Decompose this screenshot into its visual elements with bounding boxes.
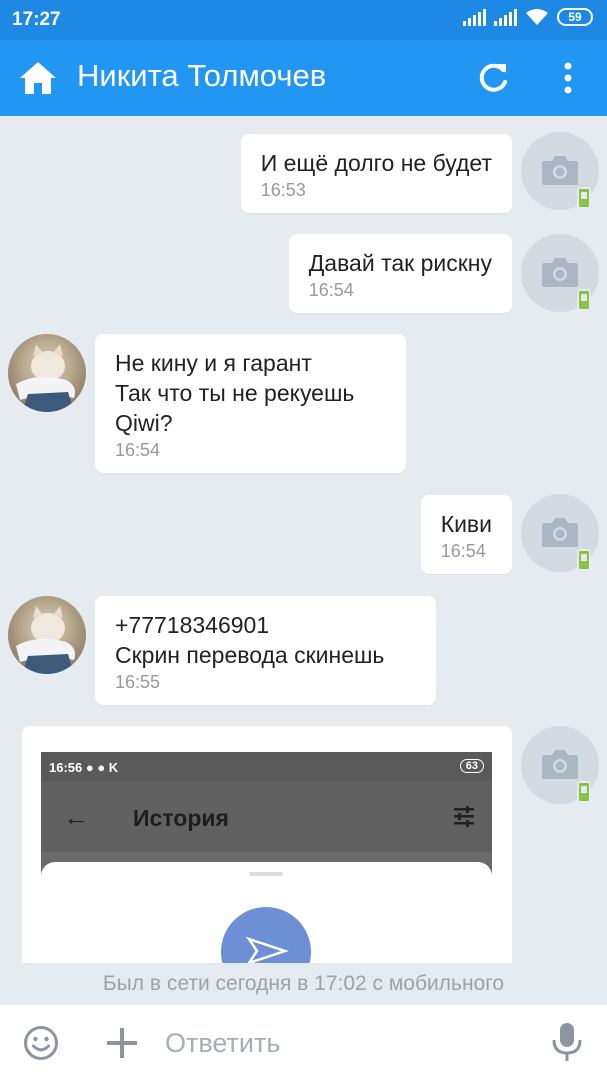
camera-icon <box>542 156 578 185</box>
plus-icon[interactable] <box>104 1025 140 1061</box>
mobile-badge-icon <box>577 781 591 803</box>
message-time: 16:54 <box>115 440 161 460</box>
chat-title[interactable]: Никита Толмочев <box>77 58 326 94</box>
emoji-icon[interactable] <box>23 1025 59 1061</box>
mobile-badge-icon <box>577 549 591 571</box>
system-status-bar: 17:27 59 <box>0 0 607 40</box>
message-bubble-outgoing[interactable]: Киви 16:54 <box>420 495 512 574</box>
attached-screenshot[interactable]: 16:56 ● ● K 63 ← История <box>41 752 492 963</box>
message-time: 16:53 <box>260 180 306 200</box>
sheet-handle <box>249 872 283 876</box>
attached-app-bar: ← История <box>41 782 492 852</box>
message-input-bar <box>0 1005 607 1080</box>
battery-icon: 59 <box>557 8 593 26</box>
cell-signal-icon <box>494 8 517 26</box>
message-bubble-incoming[interactable]: Не кину и я гарант Так что ты не рекуешь… <box>95 334 406 473</box>
camera-icon <box>542 750 578 779</box>
attached-title: История <box>133 805 229 831</box>
message-time: 16:54 <box>308 280 354 300</box>
avatar[interactable] <box>8 334 86 412</box>
message-list[interactable]: И ещё долго не будет 16:53 Давай так рис… <box>0 116 607 963</box>
send-circle-icon <box>221 907 311 963</box>
avatar[interactable] <box>521 132 599 210</box>
reply-input[interactable] <box>165 1023 525 1063</box>
status-time: 17:27 <box>12 9 61 30</box>
avatar[interactable] <box>521 726 599 804</box>
message-attachment-outgoing[interactable]: 16:56 ● ● K 63 ← История <box>22 726 512 963</box>
message-time: 16:55 <box>115 672 161 692</box>
message-time: 16:54 <box>440 541 486 561</box>
avatar-photo <box>16 344 75 412</box>
avatar-photo <box>16 606 75 674</box>
message-text: Давай так рискну <box>308 250 492 276</box>
camera-icon <box>542 258 578 287</box>
status-icons: 59 <box>463 8 593 26</box>
mobile-badge-icon <box>577 289 591 311</box>
avatar[interactable] <box>521 234 599 312</box>
cell-signal-icon <box>463 8 486 26</box>
more-vertical-icon[interactable] <box>553 60 583 96</box>
attached-status-bar: 16:56 ● ● K 63 <box>41 752 492 782</box>
message-text: Киви <box>440 511 492 537</box>
home-icon[interactable] <box>18 58 58 98</box>
mic-icon[interactable] <box>549 1021 585 1063</box>
avatar[interactable] <box>8 596 86 674</box>
message-text: +77718346901 Скрин перевода скинешь <box>115 612 385 668</box>
message-text: Не кину и я гарант Так что ты не рекуешь… <box>115 350 355 436</box>
wifi-icon <box>526 9 548 25</box>
message-bubble-outgoing[interactable]: И ещё долго не будет 16:53 <box>240 134 512 213</box>
last-seen-status: Был в сети сегодня в 17:02 с мобильного <box>0 963 607 1005</box>
filter-icon <box>454 806 474 827</box>
message-bubble-outgoing[interactable]: Давай так рискну 16:54 <box>288 234 512 313</box>
back-arrow-icon: ← <box>63 802 89 832</box>
message-bubble-incoming[interactable]: +77718346901 Скрин перевода скинешь 16:5… <box>95 596 436 705</box>
camera-icon <box>542 518 578 547</box>
message-text: И ещё долго не будет <box>260 150 492 176</box>
app-bar: Никита Толмочев <box>0 40 607 116</box>
avatar[interactable] <box>521 494 599 572</box>
attached-status-time: 16:56 ● ● K <box>49 760 119 775</box>
attached-bottom-sheet <box>41 862 492 963</box>
attached-battery-icon: 63 <box>459 759 484 773</box>
refresh-icon[interactable] <box>475 60 511 96</box>
mobile-badge-icon <box>577 187 591 209</box>
